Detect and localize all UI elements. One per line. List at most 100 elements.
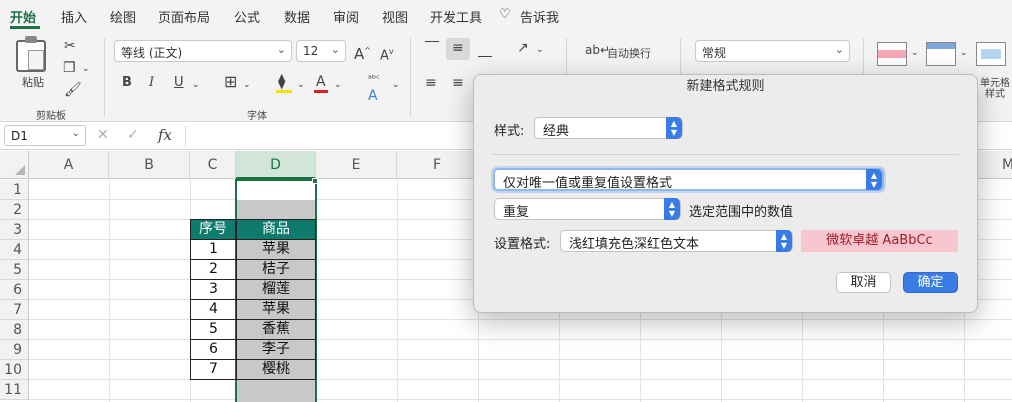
align-center-icon[interactable]: ≡ [452,75,464,91]
row-header-6[interactable]: 6 [0,280,29,300]
align-top-icon[interactable]: ⎺ [425,40,439,56]
table-header-product[interactable]: 商品 [236,219,316,240]
font-name-select[interactable]: 等线 (正文) ⌄ [114,40,292,62]
tab-insert[interactable]: 插入 [61,7,87,26]
font-size-select[interactable]: 12 ⌄ [296,40,346,62]
cell-styles-icon[interactable] [976,42,1006,66]
row-header-9[interactable]: 9 [0,340,29,360]
tab-review[interactable]: 审阅 [333,7,359,26]
confirm-entry-icon[interactable]: ✓ [127,127,139,143]
number-format-select[interactable]: 常规 ⌄ [695,40,850,62]
table-cell-index[interactable]: 5 [190,319,237,340]
column-header-b[interactable]: B [109,151,190,179]
select-all-corner[interactable] [0,151,29,179]
cell-styles-label-2[interactable]: 样式 [985,85,1005,100]
orientation-icon[interactable]: ↗ [517,40,529,56]
tab-data[interactable]: 数据 [284,7,310,26]
style-select[interactable]: 经典 ▲ ▼ [534,117,683,139]
column-header-c[interactable]: C [190,151,236,179]
separator [185,126,186,146]
row-header-7[interactable]: 7 [0,300,29,320]
table-cell-product[interactable]: 香蕉 [236,319,316,340]
select-stepper-icon: ▲ ▼ [866,169,882,190]
format-with-select[interactable]: 浅红填充色深红色文本 ▲ ▼ [560,230,793,252]
phonetic-dropdown-icon[interactable]: ⌄ [392,77,400,93]
chevron-down-icon: ⌄ [834,43,844,56]
paste-label[interactable]: 粘贴 [22,74,44,90]
row-header-8[interactable]: 8 [0,320,29,340]
bold-button[interactable]: B [122,75,132,91]
align-middle-icon[interactable]: ≡ [452,40,464,56]
tab-developer[interactable]: 开发工具 [430,7,482,26]
underline-button[interactable]: U [174,75,184,91]
gridline [29,339,1012,340]
cancel-entry-icon[interactable]: ✕ [97,127,109,143]
format-as-table-icon[interactable] [926,42,956,66]
tab-tell-me[interactable]: 告诉我 [520,7,559,26]
format-table-dropdown-icon[interactable]: ⌄ [960,45,968,61]
format-painter-icon[interactable]: 🖌 [64,82,82,98]
table-cell-product[interactable]: 苹果 [236,299,316,320]
conditional-format-dropdown-icon[interactable]: ⌄ [911,45,919,61]
fill-color-icon[interactable]: ⧫ [278,73,285,89]
table-cell-product[interactable]: 榴莲 [236,279,316,300]
orientation-dropdown-icon[interactable]: ⌄ [536,42,544,58]
align-left-icon[interactable]: ≡ [425,75,437,91]
italic-button[interactable]: I [149,75,154,91]
copy-icon[interactable]: ❐ [63,60,76,76]
table-header-index[interactable]: 序号 [190,219,236,240]
paste-icon[interactable] [16,36,46,72]
font-color-dropdown-icon[interactable]: ⌄ [334,77,342,93]
phonetic-icon[interactable]: ᵃᵇᶜ A [368,72,380,106]
underline-dropdown-icon[interactable]: ⌄ [192,77,200,93]
font-group-label: 字体 [247,111,267,122]
decrease-font-icon[interactable]: Av [380,44,394,64]
font-color-icon[interactable]: A [316,74,326,90]
row-header-3[interactable]: 3 [0,220,29,240]
table-cell-product[interactable]: 樱桃 [236,359,316,380]
name-box[interactable]: D1 ⌄ [4,125,86,146]
table-cell-index[interactable]: 4 [190,299,237,320]
tab-page-layout[interactable]: 页面布局 [158,7,210,26]
column-header-d[interactable]: D [236,151,316,179]
row-header-4[interactable]: 4 [0,240,29,260]
increase-font-icon[interactable]: A^ [354,43,371,62]
row-header-1[interactable]: 1 [0,180,29,200]
column-header-a[interactable]: A [29,151,109,179]
dialog-title: 新建格式规则 [686,79,765,94]
row-header-11[interactable]: 11 [0,380,29,400]
cut-icon[interactable]: ✂ [64,38,76,54]
rule-type-select[interactable]: 仅对唯一值或重复值设置格式 ▲ ▼ [493,168,884,191]
tab-view[interactable]: 视图 [382,7,408,26]
copy-dropdown-icon[interactable]: ⌄ [82,61,90,77]
table-cell-product[interactable]: 桔子 [236,259,316,280]
row-header-5[interactable]: 5 [0,260,29,280]
table-cell-index[interactable]: 7 [190,359,237,380]
insert-function-icon[interactable]: fx [158,126,172,144]
align-bottom-icon[interactable]: ⎽ [478,42,492,58]
tab-formulas[interactable]: 公式 [234,7,260,26]
table-cell-index[interactable]: 3 [190,279,237,300]
table-cell-index[interactable]: 2 [190,259,237,280]
cancel-button[interactable]: 取消 [836,272,891,293]
table-cell-product[interactable]: 李子 [236,339,316,360]
tab-home[interactable]: 开始 [10,7,36,26]
column-header-f[interactable]: F [397,151,478,179]
fill-dropdown-icon[interactable]: ⌄ [297,77,305,93]
gridline [29,319,1012,320]
row-header-2[interactable]: 2 [0,200,29,220]
tab-draw[interactable]: 绘图 [110,7,136,26]
table-cell-product[interactable]: 苹果 [236,239,316,260]
column-header-e[interactable]: E [316,151,397,179]
ok-button[interactable]: 确定 [903,272,958,293]
borders-icon[interactable]: ⊞ [224,74,237,90]
wrap-text-label[interactable]: 自动换行 [607,45,651,61]
duplicate-unique-select[interactable]: 重复 ▲ ▼ [494,198,681,220]
conditional-format-icon[interactable] [877,42,907,66]
borders-dropdown-icon[interactable]: ⌄ [243,77,251,93]
table-cell-index[interactable]: 6 [190,339,237,360]
table-cell-index[interactable]: 1 [190,239,237,260]
clipboard-group-label: 剪贴板 [36,111,66,122]
fill-handle[interactable] [312,178,318,184]
row-header-10[interactable]: 10 [0,360,29,380]
